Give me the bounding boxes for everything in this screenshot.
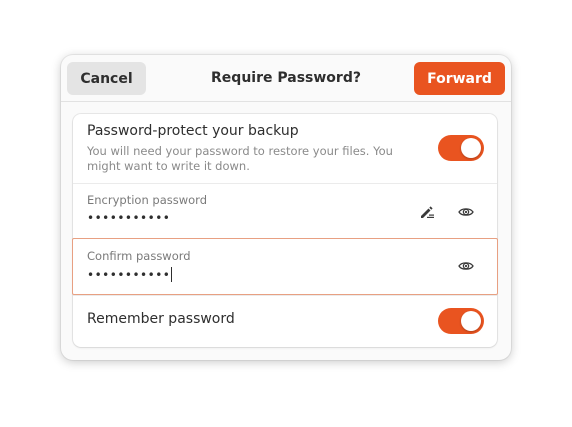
forward-button[interactable]: Forward — [414, 62, 505, 95]
header-bar: Cancel Require Password? Forward — [61, 55, 511, 102]
encryption-password-row: Encryption password ••••••••••• — [73, 183, 497, 239]
remember-password-switch[interactable] — [438, 308, 484, 334]
dialog-title: Require Password? — [211, 70, 361, 86]
text-caret — [171, 267, 173, 282]
settings-card: Password-protect your backup You will ne… — [72, 114, 498, 347]
remember-password-label: Remember password — [87, 311, 235, 327]
confirm-password-row: Confirm password ••••••••••• — [72, 238, 498, 296]
switch-knob — [461, 138, 481, 158]
reveal-encryption-password-icon[interactable] — [456, 202, 476, 222]
switch-knob — [461, 311, 481, 331]
encryption-password-label: Encryption password — [87, 193, 207, 207]
cancel-button[interactable]: Cancel — [67, 62, 146, 95]
protect-subtitle: You will need your password to restore y… — [87, 144, 393, 173]
protect-switch[interactable] — [438, 135, 484, 161]
require-password-dialog: Cancel Require Password? Forward Passwor… — [61, 55, 511, 360]
confirm-password-label: Confirm password — [87, 249, 191, 263]
confirm-password-value: ••••••••••• — [87, 268, 171, 282]
protect-row: Password-protect your backup You will ne… — [73, 114, 497, 184]
reveal-confirm-password-icon[interactable] — [456, 256, 476, 276]
protect-title: Password-protect your backup — [87, 123, 299, 139]
confirm-password-field[interactable]: ••••••••••• — [87, 267, 173, 282]
encryption-password-field[interactable]: ••••••••••• — [87, 211, 170, 225]
generate-password-icon[interactable] — [417, 202, 437, 222]
remember-password-row: Remember password — [73, 295, 497, 347]
